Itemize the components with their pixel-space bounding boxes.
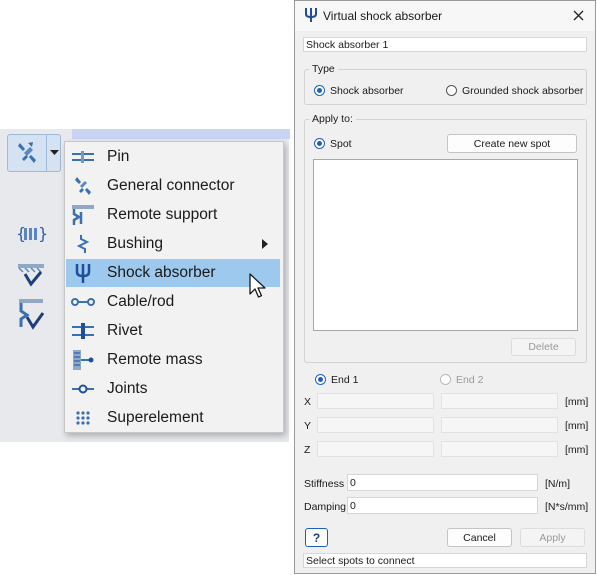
help-button[interactable]: ? <box>305 528 328 547</box>
menu-item-label: Cable/rod <box>107 293 175 310</box>
menu-item-label: Rivet <box>107 322 143 339</box>
connector-icon[interactable] <box>8 135 46 171</box>
menu-item-pin[interactable]: Pin <box>66 143 280 171</box>
menu-item-label: Bushing <box>107 235 164 252</box>
menu-item-label: Superelement <box>107 409 204 426</box>
z-field-end-2[interactable] <box>441 441 558 457</box>
menu-item-superelement[interactable]: Superelement <box>66 404 280 432</box>
menu-item-label: Remote support <box>107 206 218 223</box>
menu-item-bushing[interactable]: Bushing <box>66 230 280 258</box>
damping-value: 0 <box>350 500 356 512</box>
y-unit: [mm] <box>565 420 589 432</box>
type-legend: Type <box>309 63 338 75</box>
x-label: X <box>304 396 312 408</box>
dialog-title: Virtual shock absorber <box>323 9 443 23</box>
x-unit: [mm] <box>565 396 589 408</box>
stiffness-unit: [N/m] <box>545 478 571 490</box>
menu-item-label: Remote mass <box>107 351 203 368</box>
menu-item-remote-mass[interactable]: Remote mass <box>66 346 280 374</box>
menu-item-label: General connector <box>107 177 235 194</box>
z-unit: [mm] <box>565 444 589 456</box>
bushing-icon <box>68 230 98 258</box>
damping-label: Damping <box>304 501 347 513</box>
shock-absorber-icon <box>304 7 318 26</box>
end-1-label[interactable]: End 1 <box>331 374 358 386</box>
spot-radio[interactable] <box>314 138 325 149</box>
end-2-radio[interactable] <box>440 374 451 385</box>
menu-item-joints[interactable]: Joints <box>66 375 280 403</box>
close-icon <box>573 10 583 20</box>
pin-icon <box>68 143 98 171</box>
create-new-spot-button[interactable]: Create new spot <box>447 134 577 153</box>
dialog-titlebar[interactable]: Virtual shock absorber <box>295 1 595 31</box>
connector-split-button[interactable] <box>7 134 61 172</box>
cable-rod-icon <box>68 288 98 316</box>
menu-item-rivet[interactable]: Rivet <box>66 317 280 345</box>
status-bar: Select spots to connect <box>303 553 587 568</box>
mouse-cursor-icon <box>249 273 267 304</box>
menu-highlight-strip <box>72 129 290 139</box>
virtual-shock-absorber-dialog: Virtual shock absorber Shock absorber 1 … <box>294 0 596 574</box>
type-shock-absorber-radio[interactable] <box>314 85 325 96</box>
stiffness-field[interactable]: 0 <box>347 474 538 491</box>
menu-item-label: Shock absorber <box>107 264 216 281</box>
z-label: Z <box>304 444 311 456</box>
remote-mass-icon <box>68 346 98 374</box>
general-connector-icon <box>68 172 98 200</box>
z-field-end-1[interactable] <box>317 441 434 457</box>
name-value: Shock absorber 1 <box>306 39 389 51</box>
stiffness-label: Stiffness <box>304 478 345 490</box>
menu-item-label: Joints <box>107 380 148 397</box>
remote-support-icon <box>68 201 98 229</box>
support-icon[interactable] <box>14 259 48 289</box>
joints-icon <box>68 375 98 403</box>
spot-label[interactable]: Spot <box>330 138 352 150</box>
menu-item-remote-support[interactable]: Remote support <box>66 201 280 229</box>
svg-text:}: } <box>38 224 47 243</box>
end-1-radio[interactable] <box>315 374 326 385</box>
remote-support-icon[interactable] <box>14 297 48 331</box>
superelement-icon <box>68 404 98 432</box>
rivet-icon <box>68 317 98 345</box>
type-grounded-radio[interactable] <box>446 85 457 96</box>
delete-button[interactable]: Delete <box>511 338 576 356</box>
y-label: Y <box>304 420 312 432</box>
type-grounded-label[interactable]: Grounded shock absorber <box>462 85 583 97</box>
superelement-brace-icon[interactable]: { } <box>14 221 48 247</box>
shock-absorber-icon <box>68 259 98 287</box>
menu-item-cable-rod[interactable]: Cable/rod <box>66 288 280 316</box>
menu-item-general-connector[interactable]: General connector <box>66 172 280 200</box>
cancel-button[interactable]: Cancel <box>447 528 512 547</box>
status-text: Select spots to connect <box>306 555 415 567</box>
close-button[interactable] <box>567 5 589 25</box>
apply-button[interactable]: Apply <box>520 528 585 547</box>
end-2-label[interactable]: End 2 <box>456 374 483 386</box>
damping-unit: [N*s/mm] <box>545 501 589 513</box>
name-field[interactable]: Shock absorber 1 <box>303 37 587 52</box>
y-field-end-2[interactable] <box>441 417 558 433</box>
type-shock-absorber-label[interactable]: Shock absorber <box>330 85 404 97</box>
x-field-end-1[interactable] <box>317 393 434 409</box>
menu-item-shock-absorber[interactable]: Shock absorber <box>66 259 280 287</box>
chevron-down-icon[interactable] <box>46 135 61 171</box>
menu-item-label: Pin <box>107 148 130 165</box>
stiffness-value: 0 <box>350 477 356 489</box>
x-field-end-2[interactable] <box>441 393 558 409</box>
y-field-end-1[interactable] <box>317 417 434 433</box>
damping-field[interactable]: 0 <box>347 497 538 514</box>
apply-to-legend: Apply to: <box>309 113 356 125</box>
submenu-arrow-icon <box>262 239 268 249</box>
spot-list[interactable] <box>313 159 578 331</box>
